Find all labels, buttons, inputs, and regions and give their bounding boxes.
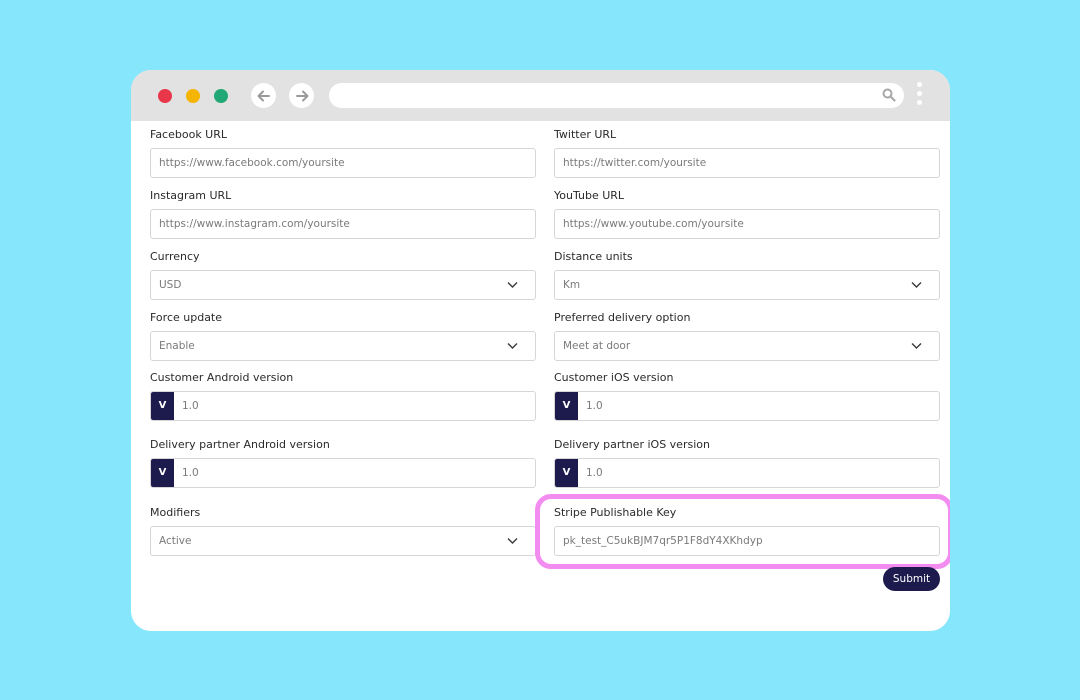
twitter-url-label: Twitter URL (554, 128, 617, 141)
version-prefix-badge: V (151, 392, 174, 420)
chevron-down-icon (507, 343, 518, 349)
modifiers-value: Active (159, 535, 192, 547)
version-prefix-badge: V (151, 459, 174, 487)
preferred-delivery-label: Preferred delivery option (554, 311, 691, 324)
chevron-down-icon (507, 538, 518, 544)
force-update-select[interactable]: Enable (150, 331, 536, 361)
distance-units-label: Distance units (554, 250, 633, 263)
force-update-value: Enable (159, 340, 195, 352)
partner-ios-version-label: Delivery partner iOS version (554, 438, 710, 451)
distance-units-select[interactable]: Km (554, 270, 940, 300)
customer-ios-version-field: Customer iOS version V 1.0 (554, 371, 940, 421)
instagram-url-input[interactable]: https://www.instagram.com/yoursite (150, 209, 536, 239)
customer-android-version-field: Customer Android version V 1.0 (150, 371, 536, 421)
preferred-delivery-value: Meet at door (563, 340, 631, 352)
facebook-url-input[interactable]: https://www.facebook.com/yoursite (150, 148, 536, 178)
preferred-delivery-field: Preferred delivery option Meet at door (554, 311, 940, 361)
currency-select[interactable]: USD (150, 270, 536, 300)
chevron-down-icon (911, 282, 922, 288)
version-prefix-badge: V (555, 392, 578, 420)
youtube-url-input[interactable]: https://www.youtube.com/yoursite (554, 209, 940, 239)
partner-android-version-field: Delivery partner Android version V 1.0 (150, 438, 536, 488)
youtube-url-label: YouTube URL (554, 189, 625, 202)
forward-arrow-icon (295, 90, 308, 101)
customer-ios-version-value: 1.0 (586, 400, 603, 412)
back-button[interactable] (251, 83, 276, 108)
browser-toolbar (131, 70, 950, 121)
kebab-menu-icon[interactable] (916, 82, 924, 110)
currency-value: USD (159, 279, 182, 291)
currency-field: Currency USD (150, 250, 536, 300)
force-update-field: Force update Enable (150, 311, 536, 361)
forward-button[interactable] (289, 83, 314, 108)
address-bar[interactable] (329, 83, 904, 108)
modifiers-select[interactable]: Active (150, 526, 536, 556)
customer-ios-version-input[interactable]: V 1.0 (554, 391, 940, 421)
partner-ios-version-input[interactable]: V 1.0 (554, 458, 940, 488)
twitter-url-field: Twitter URL https://twitter.com/yoursite (554, 128, 940, 178)
facebook-url-label: Facebook URL (150, 128, 228, 141)
maximize-window-dot[interactable] (214, 89, 228, 103)
customer-android-version-label: Customer Android version (150, 371, 294, 384)
browser-window: Facebook URL https://www.facebook.com/yo… (131, 70, 950, 631)
chevron-down-icon (507, 282, 518, 288)
minimize-window-dot[interactable] (186, 89, 200, 103)
close-window-dot[interactable] (158, 89, 172, 103)
currency-label: Currency (150, 250, 200, 263)
modifiers-field: Modifiers Active (150, 506, 536, 556)
modifiers-label: Modifiers (150, 506, 201, 519)
stripe-publishable-key-field: Stripe Publishable Key pk_test_C5ukBJM7q… (554, 506, 940, 556)
customer-ios-version-label: Customer iOS version (554, 371, 674, 384)
search-icon[interactable] (882, 88, 896, 102)
stripe-publishable-key-label: Stripe Publishable Key (554, 506, 677, 519)
submit-button[interactable]: Submit (883, 567, 940, 591)
preferred-delivery-select[interactable]: Meet at door (554, 331, 940, 361)
distance-units-value: Km (563, 279, 581, 291)
instagram-url-label: Instagram URL (150, 189, 232, 202)
twitter-url-input[interactable]: https://twitter.com/yoursite (554, 148, 940, 178)
youtube-url-field: YouTube URL https://www.youtube.com/your… (554, 189, 940, 239)
partner-android-version-value: 1.0 (182, 467, 199, 479)
back-arrow-icon (257, 90, 270, 101)
chevron-down-icon (911, 343, 922, 349)
customer-android-version-value: 1.0 (182, 400, 199, 412)
partner-android-version-input[interactable]: V 1.0 (150, 458, 536, 488)
distance-units-field: Distance units Km (554, 250, 940, 300)
force-update-label: Force update (150, 311, 223, 324)
version-prefix-badge: V (555, 459, 578, 487)
stripe-publishable-key-input[interactable]: pk_test_C5ukBJM7qr5P1F8dY4XKhdyp (554, 526, 940, 556)
instagram-url-field: Instagram URL https://www.instagram.com/… (150, 189, 536, 239)
facebook-url-field: Facebook URL https://www.facebook.com/yo… (150, 128, 536, 178)
partner-ios-version-value: 1.0 (586, 467, 603, 479)
partner-android-version-label: Delivery partner Android version (150, 438, 330, 451)
customer-android-version-input[interactable]: V 1.0 (150, 391, 536, 421)
partner-ios-version-field: Delivery partner iOS version V 1.0 (554, 438, 940, 488)
